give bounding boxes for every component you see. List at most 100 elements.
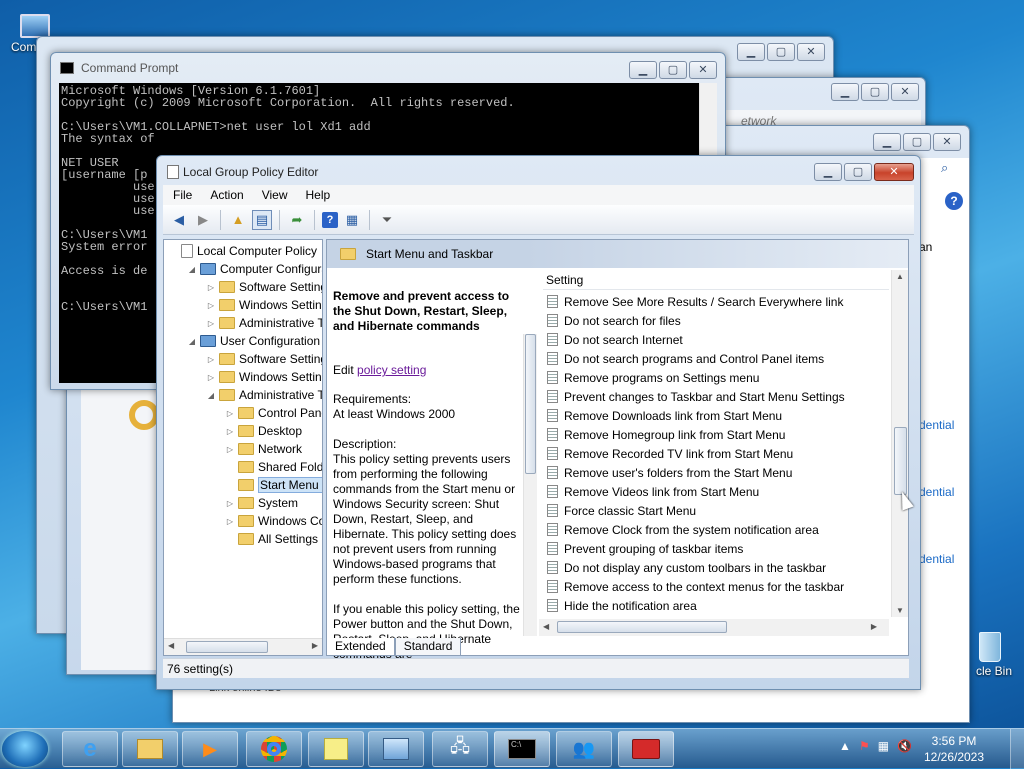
- close-button[interactable]: ✕: [891, 83, 919, 101]
- properties-icon[interactable]: ▦: [342, 210, 362, 230]
- setting-row[interactable]: Remove access to the context menus for t…: [543, 577, 844, 596]
- scroll-left-icon[interactable]: ◀: [543, 622, 549, 631]
- expand-arrow-icon[interactable]: ◢: [187, 265, 197, 274]
- setting-row[interactable]: Do not search for files: [543, 311, 681, 330]
- maximize-button[interactable]: ▢: [844, 163, 872, 181]
- volume-muted-icon[interactable]: 🔇: [897, 739, 912, 753]
- setting-row[interactable]: Prevent changes to Taskbar and Start Men…: [543, 387, 845, 406]
- tab-extended[interactable]: Extended: [326, 638, 395, 656]
- scroll-right-icon[interactable]: ▶: [312, 641, 318, 650]
- minimize-button[interactable]: ▁: [873, 133, 901, 151]
- menu-help[interactable]: Help: [296, 185, 339, 205]
- taskbar-users[interactable]: 👥: [556, 731, 612, 767]
- credential-link-3[interactable]: dential: [919, 552, 954, 566]
- clock[interactable]: 3:56 PM 12/26/2023: [914, 733, 994, 765]
- setting-row[interactable]: Remove programs on Settings menu: [543, 368, 759, 387]
- scroll-thumb[interactable]: [557, 621, 727, 633]
- taskbar-explorer[interactable]: [122, 731, 178, 767]
- maximize-button[interactable]: ▢: [861, 83, 889, 101]
- credential-link-2[interactable]: dential: [919, 485, 954, 499]
- help-icon[interactable]: ?: [945, 192, 963, 210]
- setting-row[interactable]: Do not search Internet: [543, 330, 683, 349]
- expand-arrow-icon[interactable]: ▷: [206, 373, 216, 382]
- tree-node[interactable]: ▷ Administrative Te: [206, 314, 322, 332]
- tree-node[interactable]: Start Menu ar: [225, 476, 322, 494]
- setting-row[interactable]: Remove Homegroup link from Start Menu: [543, 425, 785, 444]
- expand-arrow-icon[interactable]: ▷: [206, 301, 216, 310]
- taskbar-chrome[interactable]: [246, 731, 302, 767]
- back-icon[interactable]: ◀: [169, 210, 189, 230]
- up-folder-icon[interactable]: ▲: [228, 210, 248, 230]
- search-icon[interactable]: ⌕: [941, 160, 961, 180]
- setting-row[interactable]: Remove Recorded TV link from Start Menu: [543, 444, 793, 463]
- tree-node[interactable]: ▷ Desktop: [225, 422, 302, 440]
- setting-row[interactable]: Remove See More Results / Search Everywh…: [543, 292, 843, 311]
- tree-node[interactable]: ◢ Administrative Te: [206, 386, 322, 404]
- tree-node[interactable]: ▷ Network: [225, 440, 302, 458]
- menu-action[interactable]: Action: [200, 185, 251, 205]
- expand-arrow-icon[interactable]: ◢: [206, 391, 216, 400]
- title-bar[interactable]: Command Prompt ▁ ▢ ✕: [51, 53, 725, 81]
- forward-icon[interactable]: ▶: [193, 210, 213, 230]
- tree-node[interactable]: ▷ Control Panel: [225, 404, 322, 422]
- credential-link-1[interactable]: dential: [919, 418, 954, 432]
- expand-arrow-icon[interactable]: ▷: [206, 283, 216, 292]
- taskbar-cmd[interactable]: C:\: [494, 731, 550, 767]
- tree-node[interactable]: ◢ User Configuration: [187, 332, 320, 350]
- menu-view[interactable]: View: [252, 185, 296, 205]
- tree-node[interactable]: ▷ System: [225, 494, 298, 512]
- tree-node[interactable]: ▷ Windows Cor: [225, 512, 322, 530]
- setting-row[interactable]: Remove Videos link from Start Menu: [543, 482, 759, 501]
- scroll-thumb[interactable]: [894, 427, 907, 495]
- maximize-button[interactable]: ▢: [903, 133, 931, 151]
- help-icon[interactable]: ?: [322, 211, 338, 228]
- maximize-button[interactable]: ▢: [767, 43, 795, 61]
- expand-arrow-icon[interactable]: ▷: [225, 499, 235, 508]
- settings-horizontal-scrollbar[interactable]: ◀ ▶: [539, 619, 889, 636]
- navigation-tree[interactable]: Local Computer Policy ◢ Computer Configura…: [163, 239, 323, 656]
- network-tray-icon[interactable]: ▦: [878, 739, 889, 753]
- filter-icon[interactable]: ⏷: [377, 210, 397, 230]
- setting-row[interactable]: Do not search programs and Control Panel…: [543, 349, 824, 368]
- setting-row[interactable]: Remove Downloads link from Start Menu: [543, 406, 782, 425]
- expand-arrow-icon[interactable]: ▷: [225, 445, 235, 454]
- minimize-button[interactable]: ▁: [814, 163, 842, 181]
- setting-row[interactable]: Remove user's folders from the Start Men…: [543, 463, 792, 482]
- tree-node[interactable]: ▷ Software Settings: [206, 278, 322, 296]
- title-bar[interactable]: Local Group Policy Editor ▁ ▢ ✕: [157, 156, 920, 184]
- show-hide-tree-icon[interactable]: ▤: [252, 209, 272, 230]
- tree-node[interactable]: ▷ Software Settings: [206, 350, 322, 368]
- settings-scrollbar[interactable]: ▲ ▼: [891, 270, 908, 617]
- show-desktop-button[interactable]: [1010, 729, 1024, 769]
- setting-row[interactable]: Force classic Start Menu: [543, 501, 696, 520]
- close-button[interactable]: ✕: [933, 133, 961, 151]
- expand-arrow-icon[interactable]: ▷: [206, 319, 216, 328]
- expand-arrow-icon[interactable]: ▷: [206, 355, 216, 364]
- taskbar-network[interactable]: 🖧: [432, 731, 488, 767]
- taskbar-ie[interactable]: e: [62, 731, 118, 767]
- policy-setting-link[interactable]: policy setting: [357, 363, 426, 377]
- scroll-thumb[interactable]: [186, 641, 268, 653]
- setting-row[interactable]: Remove Clock from the system notificatio…: [543, 520, 819, 539]
- description-scrollbar[interactable]: [523, 334, 537, 636]
- taskbar-control-panel[interactable]: [368, 731, 424, 767]
- minimize-button[interactable]: ▁: [831, 83, 859, 101]
- scroll-right-icon[interactable]: ▶: [871, 622, 877, 631]
- taskbar-folders[interactable]: [308, 731, 364, 767]
- minimize-button[interactable]: ▁: [737, 43, 765, 61]
- tree-node[interactable]: Local Computer Policy: [168, 242, 317, 260]
- maximize-button[interactable]: ▢: [659, 61, 687, 79]
- tab-standard[interactable]: Standard: [394, 638, 462, 656]
- tree-horizontal-scrollbar[interactable]: ◀ ▶: [164, 638, 322, 655]
- tree-node[interactable]: ◢ Computer Configura: [187, 260, 322, 278]
- column-header-setting[interactable]: Setting: [543, 270, 889, 290]
- scroll-down-icon[interactable]: ▼: [896, 606, 904, 615]
- tree-node[interactable]: ▷ Windows Settings: [206, 296, 322, 314]
- setting-row[interactable]: Prevent grouping of taskbar items: [543, 539, 743, 558]
- setting-row[interactable]: Do not display any custom toolbars in th…: [543, 558, 826, 577]
- show-hidden-icons-icon[interactable]: ▲: [839, 739, 851, 753]
- start-button[interactable]: [2, 731, 48, 767]
- close-button[interactable]: ✕: [797, 43, 825, 61]
- tree-node[interactable]: ▷ Windows Setting: [206, 368, 322, 386]
- export-list-icon[interactable]: ➦: [287, 210, 307, 230]
